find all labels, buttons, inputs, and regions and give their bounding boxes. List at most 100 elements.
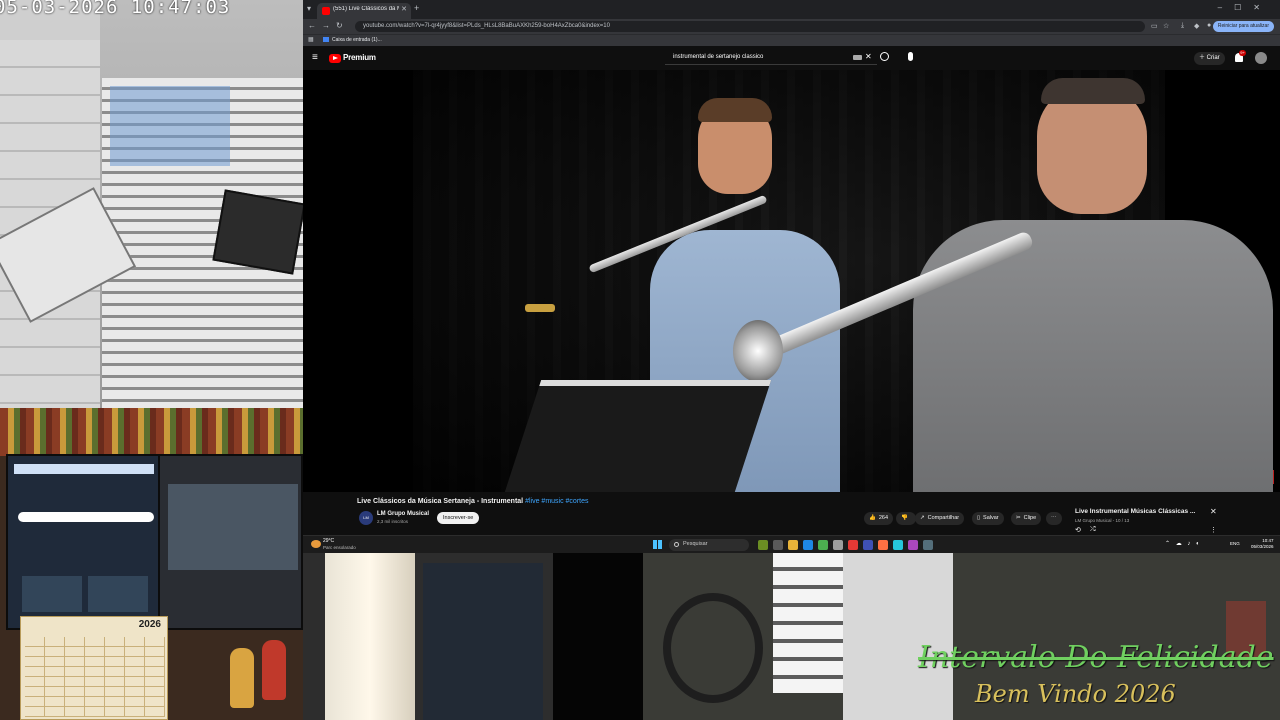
screen-root: 05-03-2026 10:47:03 2026 Intervalo Do Fe… bbox=[0, 0, 1280, 720]
forward-icon[interactable]: → bbox=[322, 21, 330, 30]
chrome-icon[interactable] bbox=[818, 540, 828, 550]
youtube-logo-text[interactable]: Premium bbox=[343, 53, 376, 62]
tab-youtube[interactable]: (551) Live Clássicos da Mú ✕ bbox=[317, 3, 411, 19]
back-icon[interactable]: ← bbox=[308, 21, 316, 30]
playlist-subtitle: LM Grupo Musical - 10 / 13 bbox=[1075, 518, 1130, 523]
music-stand bbox=[504, 380, 772, 492]
file-explorer-icon[interactable] bbox=[788, 540, 798, 550]
bookshelf bbox=[0, 408, 303, 456]
video-hashtags[interactable]: #live #music #cortes bbox=[525, 498, 588, 505]
bookmark-star-icon[interactable]: ☆ bbox=[1163, 22, 1169, 30]
search-icon[interactable] bbox=[880, 52, 889, 61]
toy-figure bbox=[230, 648, 254, 708]
profile-icon[interactable]: ● bbox=[1207, 22, 1211, 29]
video-player[interactable] bbox=[303, 70, 1280, 492]
create-label: Criar bbox=[1206, 55, 1220, 61]
clear-search-icon[interactable]: ✕ bbox=[865, 52, 872, 61]
app-icon[interactable] bbox=[893, 540, 903, 550]
bottle bbox=[325, 553, 415, 720]
playlist-more-icon[interactable]: ⋮ bbox=[1210, 526, 1217, 534]
windows-taskbar: 29°C Parc ensolarado Pesquisar ⌃ ☁ ♪ ◐ E… bbox=[303, 535, 1280, 553]
camera-timestamp: 05-03-2026 10:47:03 bbox=[0, 0, 231, 18]
bookmark-icon: ▯ bbox=[977, 515, 981, 521]
weather-description: Parc ensolarado bbox=[323, 545, 356, 550]
address-bar: ← → ↻ youtube.com/watch?v=7l-qr4jyyf8&li… bbox=[303, 19, 1280, 34]
video-title-text: Live Clássicos da Música Sertaneja - Ins… bbox=[357, 498, 524, 505]
monitor-left bbox=[6, 454, 160, 630]
channel-name[interactable]: LM Grupo Musical bbox=[377, 511, 429, 517]
new-tab-icon[interactable]: + bbox=[414, 3, 419, 13]
thumbs-up-icon: 👍 bbox=[869, 515, 876, 521]
cast-icon[interactable]: ▭ bbox=[1151, 22, 1158, 30]
extensions-icon[interactable]: ◆ bbox=[1194, 22, 1199, 30]
playlist-panel: Live Instrumental Músicas Clássicas ... … bbox=[1068, 504, 1218, 537]
toy-figure bbox=[262, 640, 286, 700]
shuffle-icon[interactable]: ⤮ bbox=[1090, 526, 1096, 534]
dislike-button[interactable]: 👎 bbox=[896, 512, 916, 525]
share-button[interactable]: ↗ Compartilhar bbox=[915, 512, 965, 525]
youtube-logo-icon[interactable] bbox=[329, 54, 341, 63]
channel-avatar[interactable]: LM bbox=[359, 511, 373, 525]
search-input[interactable]: instrumental de sertanejo classico bbox=[665, 52, 877, 65]
loop-icon[interactable]: ⟲ bbox=[1075, 526, 1081, 534]
app-icon[interactable] bbox=[878, 540, 888, 550]
playlist-title[interactable]: Live Instrumental Músicas Clássicas ... bbox=[1075, 508, 1195, 515]
reload-icon[interactable]: ↻ bbox=[336, 21, 343, 30]
settings-icon[interactable] bbox=[923, 540, 933, 550]
start-icon[interactable] bbox=[653, 540, 662, 549]
language-indicator[interactable]: ENG bbox=[1230, 541, 1240, 546]
save-button[interactable]: ▯ Salvar bbox=[972, 512, 1004, 525]
youtube-favicon-icon bbox=[322, 7, 330, 15]
bookmark-label: Caixa de entrada (1)... bbox=[332, 37, 382, 43]
flutist-hair bbox=[698, 98, 772, 122]
task-view-icon[interactable] bbox=[773, 540, 783, 550]
tab-menu-icon[interactable]: ▾ bbox=[307, 4, 311, 13]
update-browser-button[interactable]: Reiniciar para atualizar bbox=[1212, 21, 1274, 32]
playlist-close-icon[interactable]: ✕ bbox=[1210, 507, 1217, 516]
tab-close-icon[interactable]: ✕ bbox=[401, 5, 407, 13]
system-tray-icons[interactable]: ⌃ ☁ ♪ ◐ bbox=[1165, 540, 1202, 547]
browser-window: ▾ (551) Live Clássicos da Mú ✕ + –☐✕ ← →… bbox=[303, 0, 1280, 553]
search-query: instrumental de sertanejo classico bbox=[673, 54, 764, 60]
tab-title: (551) Live Clássicos da Mú bbox=[333, 6, 399, 12]
download-icon[interactable]: ⤓ bbox=[1181, 22, 1184, 30]
video-info: Live Clássicos da Música Sertaneja - Ins… bbox=[303, 492, 1280, 537]
bookmarks-bar: ▦ Caixa de entrada (1)... bbox=[303, 34, 1280, 46]
taskbar-search[interactable]: Pesquisar bbox=[669, 539, 749, 551]
channel-subscribers: 2,3 mil inscritos bbox=[377, 519, 409, 524]
apps-grid-icon[interactable]: ▦ bbox=[308, 36, 314, 43]
clock-date: 05/03/2026 bbox=[1251, 544, 1274, 549]
app-icon[interactable] bbox=[863, 540, 873, 550]
app-icon[interactable] bbox=[908, 540, 918, 550]
create-button[interactable]: ＋ Criar bbox=[1194, 52, 1225, 65]
taskbar-clock[interactable]: 10:47 05/03/2026 bbox=[1251, 538, 1274, 550]
edge-icon[interactable] bbox=[803, 540, 813, 550]
monitor-tile bbox=[22, 576, 82, 612]
window-controls[interactable]: –☐✕ bbox=[1218, 3, 1272, 12]
bicycle-wheel bbox=[663, 593, 763, 703]
widgets-icon[interactable] bbox=[758, 540, 768, 550]
url-field[interactable]: youtube.com/watch?v=7l-qr4jyyf8&list=PLd… bbox=[355, 21, 1145, 32]
mail-icon bbox=[323, 37, 329, 43]
window-grate bbox=[773, 553, 843, 693]
keyboard-icon[interactable] bbox=[853, 55, 862, 60]
app-icon[interactable] bbox=[848, 540, 858, 550]
camera-feed-bottom-right bbox=[643, 553, 1280, 720]
subscribe-button[interactable]: Inscrever-se bbox=[437, 512, 480, 524]
overlay-subtitle: Bem Vindo 2026 bbox=[975, 680, 1176, 708]
menu-icon[interactable]: ≡ bbox=[312, 52, 318, 63]
microphone-icon[interactable] bbox=[908, 52, 913, 61]
user-avatar[interactable] bbox=[1255, 52, 1267, 64]
clip-button[interactable]: ✂ Clipe bbox=[1011, 512, 1042, 525]
taskbar-search-icon bbox=[674, 542, 679, 547]
monitor-video bbox=[168, 484, 298, 570]
weather-icon[interactable] bbox=[311, 540, 321, 548]
camera-feed-bottom-middle bbox=[303, 553, 553, 720]
bookmark-inbox[interactable]: Caixa de entrada (1)... bbox=[323, 37, 382, 43]
like-button[interactable]: 👍 264 bbox=[864, 512, 894, 525]
monitor-tile bbox=[88, 576, 148, 612]
video-frame bbox=[413, 70, 1273, 492]
trumpeter-hair bbox=[1041, 78, 1145, 104]
app-icon[interactable] bbox=[833, 540, 843, 550]
more-actions-button[interactable]: ⋯ bbox=[1046, 512, 1062, 525]
